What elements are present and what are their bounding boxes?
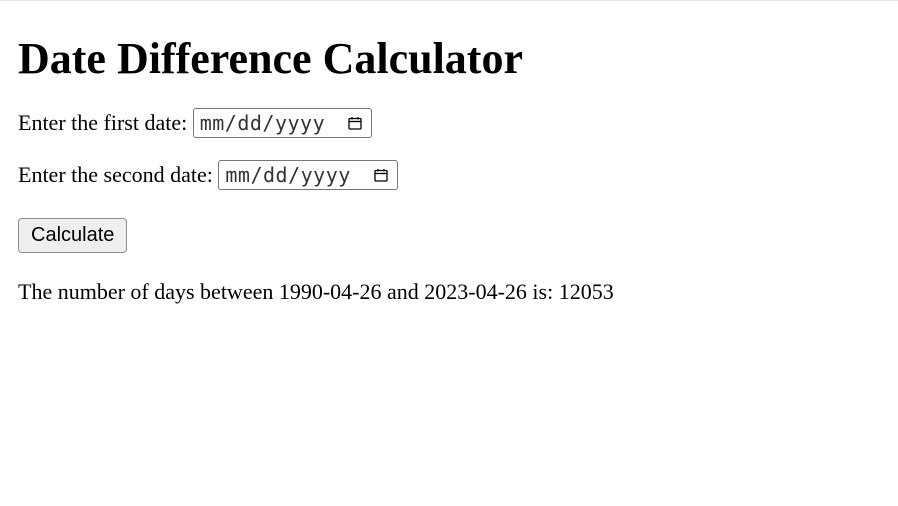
calendar-icon[interactable]: [347, 115, 363, 131]
second-date-placeholder: mm/dd/yyyy: [225, 165, 350, 185]
result-text: The number of days between 1990-04-26 an…: [18, 279, 880, 305]
second-date-label: Enter the second date:: [18, 162, 218, 187]
second-date-row: Enter the second date: mm/dd/yyyy: [18, 160, 880, 190]
second-date-input[interactable]: mm/dd/yyyy: [218, 160, 397, 190]
first-date-row: Enter the first date: mm/dd/yyyy: [18, 108, 880, 138]
first-date-label: Enter the first date:: [18, 110, 193, 135]
first-date-placeholder: mm/dd/yyyy: [200, 113, 325, 133]
calendar-icon[interactable]: [373, 167, 389, 183]
calculate-button[interactable]: Calculate: [18, 218, 127, 253]
page-title: Date Difference Calculator: [18, 33, 880, 84]
first-date-input[interactable]: mm/dd/yyyy: [193, 108, 372, 138]
